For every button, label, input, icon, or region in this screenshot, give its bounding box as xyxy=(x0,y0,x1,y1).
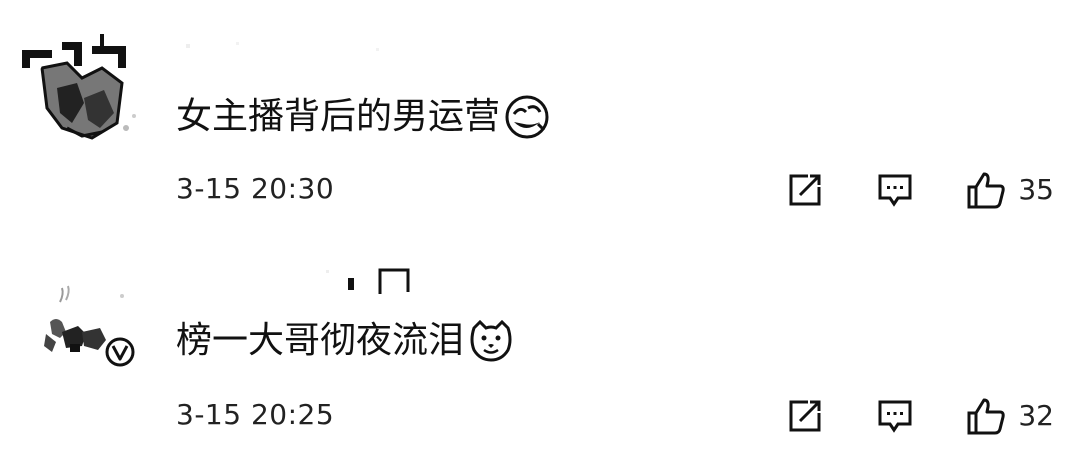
forward-icon xyxy=(789,174,821,206)
reply-button[interactable] xyxy=(876,397,914,435)
like-button[interactable]: 35 xyxy=(966,170,1054,210)
comment-actions: 35 xyxy=(786,168,1054,212)
comment-item: 榜一大哥彻夜流泪 3-15 20:25 32 xyxy=(0,230,1080,459)
username[interactable] xyxy=(176,264,436,304)
forward-icon xyxy=(789,400,821,432)
avatar[interactable] xyxy=(22,28,140,146)
comment-text: 女主播背后的男运营 xyxy=(176,96,501,137)
like-count: 32 xyxy=(1018,399,1054,432)
comment-text-row: 榜一大哥彻夜流泪 xyxy=(176,318,514,364)
thumbs-up-icon xyxy=(967,172,1006,209)
forward-button[interactable] xyxy=(786,171,824,209)
reply-icon xyxy=(878,174,912,207)
comment-text-row: 女主播背后的男运营 xyxy=(176,94,550,140)
laughing-face-icon xyxy=(504,94,550,140)
like-count: 35 xyxy=(1018,173,1054,206)
avatar[interactable] xyxy=(22,280,140,398)
doge-face-icon xyxy=(468,318,514,364)
comment-actions: 32 xyxy=(786,394,1054,438)
like-button[interactable]: 32 xyxy=(966,396,1054,436)
reply-button[interactable] xyxy=(876,171,914,209)
comment-timestamp: 3-15 20:30 xyxy=(176,172,335,205)
verified-badge-icon xyxy=(105,337,135,367)
comment-timestamp: 3-15 20:25 xyxy=(176,398,335,431)
comment-text: 榜一大哥彻夜流泪 xyxy=(176,320,465,361)
forward-button[interactable] xyxy=(786,397,824,435)
username[interactable] xyxy=(176,30,436,72)
reply-icon xyxy=(878,400,912,433)
comment-item: 女主播背后的男运营 3-15 20:30 35 xyxy=(0,0,1080,230)
thumbs-up-icon xyxy=(967,398,1006,435)
